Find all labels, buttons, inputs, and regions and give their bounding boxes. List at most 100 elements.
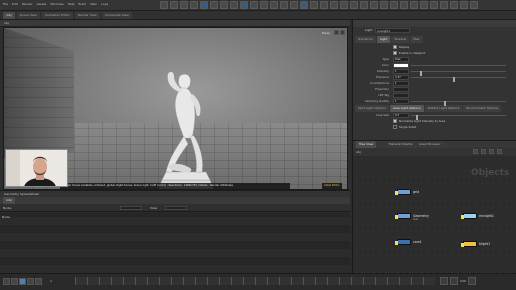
- tab-distant-light-options[interactable]: Distant Light Options: [424, 105, 463, 112]
- shelf-tool-icon[interactable]: [420, 1, 428, 9]
- node-display-flag[interactable]: [395, 241, 398, 245]
- statue-model[interactable]: [144, 68, 224, 190]
- param-slider[interactable]: [411, 77, 506, 82]
- menu-item-main[interactable]: Main: [90, 2, 97, 6]
- jump-start-icon[interactable]: [3, 278, 10, 285]
- shelf-tool-icon[interactable]: [380, 1, 388, 9]
- param-slider[interactable]: [411, 101, 506, 106]
- zoom-icon[interactable]: [489, 149, 494, 154]
- play-icon[interactable]: [19, 278, 26, 285]
- tab-render-view[interactable]: Render View: [74, 12, 100, 19]
- viewport-right-toolbar[interactable]: [348, 27, 351, 190]
- shelf-tool-icon[interactable]: [410, 1, 418, 9]
- current-frame[interactable]: 1: [50, 279, 52, 283]
- shelf-tool-icon[interactable]: [190, 1, 198, 9]
- network-node-envlight1[interactable]: [461, 213, 477, 219]
- tab-environment-options[interactable]: Environment Options: [463, 105, 502, 112]
- menu-item-lops[interactable]: Lops: [101, 2, 108, 6]
- shelf-tool-icon[interactable]: [270, 1, 278, 9]
- tab-composite-view[interactable]: Composite View: [101, 12, 132, 19]
- tab-material-palette[interactable]: Material Palette: [386, 141, 416, 148]
- color-slider[interactable]: [411, 65, 506, 66]
- shelf-tool-icon[interactable]: [230, 1, 238, 9]
- node-display-flag[interactable]: [395, 215, 398, 219]
- shelf-tool-icon[interactable]: [340, 1, 348, 9]
- keyframe-icon[interactable]: [440, 277, 448, 285]
- shelf-tool-icon[interactable]: [430, 1, 438, 9]
- network-node-hlight1[interactable]: [461, 241, 477, 247]
- tab-animation-editor[interactable]: Animation Editor: [41, 12, 73, 19]
- shelf-tool-icon[interactable]: [370, 1, 378, 9]
- pin-icon[interactable]: [473, 149, 478, 154]
- settings-icon[interactable]: [497, 149, 502, 154]
- param-field-sampling-quality[interactable]: 1: [393, 99, 409, 104]
- node-display-flag[interactable]: [461, 215, 464, 219]
- tab-shadow[interactable]: Shadow: [391, 36, 410, 43]
- menu-item-assets[interactable]: Assets: [37, 2, 47, 6]
- shelf-tool-icon[interactable]: [460, 1, 468, 9]
- shelf-tool-icon[interactable]: [280, 1, 288, 9]
- timeline-ruler[interactable]: [75, 277, 435, 285]
- view-field[interactable]: [165, 206, 187, 210]
- shelf-tool-icon[interactable]: [450, 1, 458, 9]
- menu-item-windows[interactable]: Windows: [50, 2, 63, 6]
- menu-item-file[interactable]: File: [3, 2, 8, 6]
- grid-icon[interactable]: [481, 149, 486, 154]
- tab-transform[interactable]: Transform: [355, 36, 376, 43]
- tab-scene-view[interactable]: Scene View: [16, 12, 40, 19]
- node-display-flag[interactable]: [461, 243, 464, 247]
- color-swatch[interactable]: [393, 63, 409, 68]
- shelf-tool-icon[interactable]: [240, 1, 248, 9]
- realtime-icon[interactable]: [467, 277, 476, 285]
- network-node-grid[interactable]: [395, 189, 411, 195]
- tab-misc[interactable]: Misc: [410, 36, 423, 43]
- node-display-flag[interactable]: [395, 191, 398, 195]
- step-back-icon[interactable]: [11, 278, 18, 285]
- checkbox-normalize-light-intensity-to-area[interactable]: [393, 119, 397, 123]
- viewport-camera-label[interactable]: Persp: [322, 31, 330, 35]
- checkbox-enable-in-viewport[interactable]: [393, 51, 397, 55]
- jump-end-icon[interactable]: [35, 278, 42, 285]
- tab-obj[interactable]: /obj: [3, 12, 15, 19]
- shelf-tool-icon[interactable]: [170, 1, 178, 9]
- param-field-projection[interactable]: [393, 87, 409, 92]
- spreadsheet-body[interactable]: [0, 213, 350, 273]
- shelf-tool-icon[interactable]: [160, 1, 168, 9]
- param-slider[interactable]: [411, 71, 506, 76]
- shelf-tool-icon[interactable]: [350, 1, 358, 9]
- shelf-tool-icon[interactable]: [250, 1, 258, 9]
- tab-obj[interactable]: /obj: [3, 197, 15, 204]
- param-field-area-size[interactable]: 0.5: [393, 113, 409, 118]
- camera-icon[interactable]: [340, 30, 345, 35]
- shelf-tool-icon[interactable]: [440, 1, 448, 9]
- shelf-tool-icon[interactable]: [220, 1, 228, 9]
- network-path[interactable]: obj: [356, 150, 361, 154]
- tab-spot-light-options[interactable]: Spot Light Options: [355, 105, 389, 112]
- tab-area-light-options[interactable]: Area Light Options: [389, 105, 424, 112]
- menu-item-build[interactable]: Build: [79, 2, 87, 6]
- shelf-tool-icon[interactable]: [300, 1, 308, 9]
- slider-handle[interactable]: [443, 101, 446, 106]
- end-frame[interactable]: 240: [460, 279, 466, 285]
- tab-light[interactable]: Light: [376, 36, 391, 43]
- menu-item-edit[interactable]: Edit: [12, 2, 18, 6]
- param-slider[interactable]: [411, 115, 506, 120]
- network-node-geometry[interactable]: [395, 213, 411, 219]
- shelf-tool-icon[interactable]: [470, 1, 478, 9]
- shelf-tool-icon[interactable]: [210, 1, 218, 9]
- shelf-tool-icon[interactable]: [330, 1, 338, 9]
- range-icon[interactable]: [450, 277, 458, 285]
- shelf-tool-icon[interactable]: [310, 1, 318, 9]
- shelf-tool-icon[interactable]: [180, 1, 188, 9]
- param-field-intensity[interactable]: 1: [393, 69, 409, 74]
- menu-item-render[interactable]: Render: [22, 2, 33, 6]
- shelf-tool-icon[interactable]: [260, 1, 268, 9]
- node-field[interactable]: [120, 206, 142, 210]
- param-field-type[interactable]: Disk: [393, 57, 409, 62]
- step-forward-icon[interactable]: [27, 278, 34, 285]
- tab-asset-browser[interactable]: Asset Browser: [416, 141, 444, 148]
- shelf-tool-icon[interactable]: [360, 1, 368, 9]
- param-field-lpe-tag[interactable]: [393, 93, 409, 98]
- network-node-cam1[interactable]: [395, 239, 411, 245]
- viewport-path[interactable]: obj: [4, 21, 9, 25]
